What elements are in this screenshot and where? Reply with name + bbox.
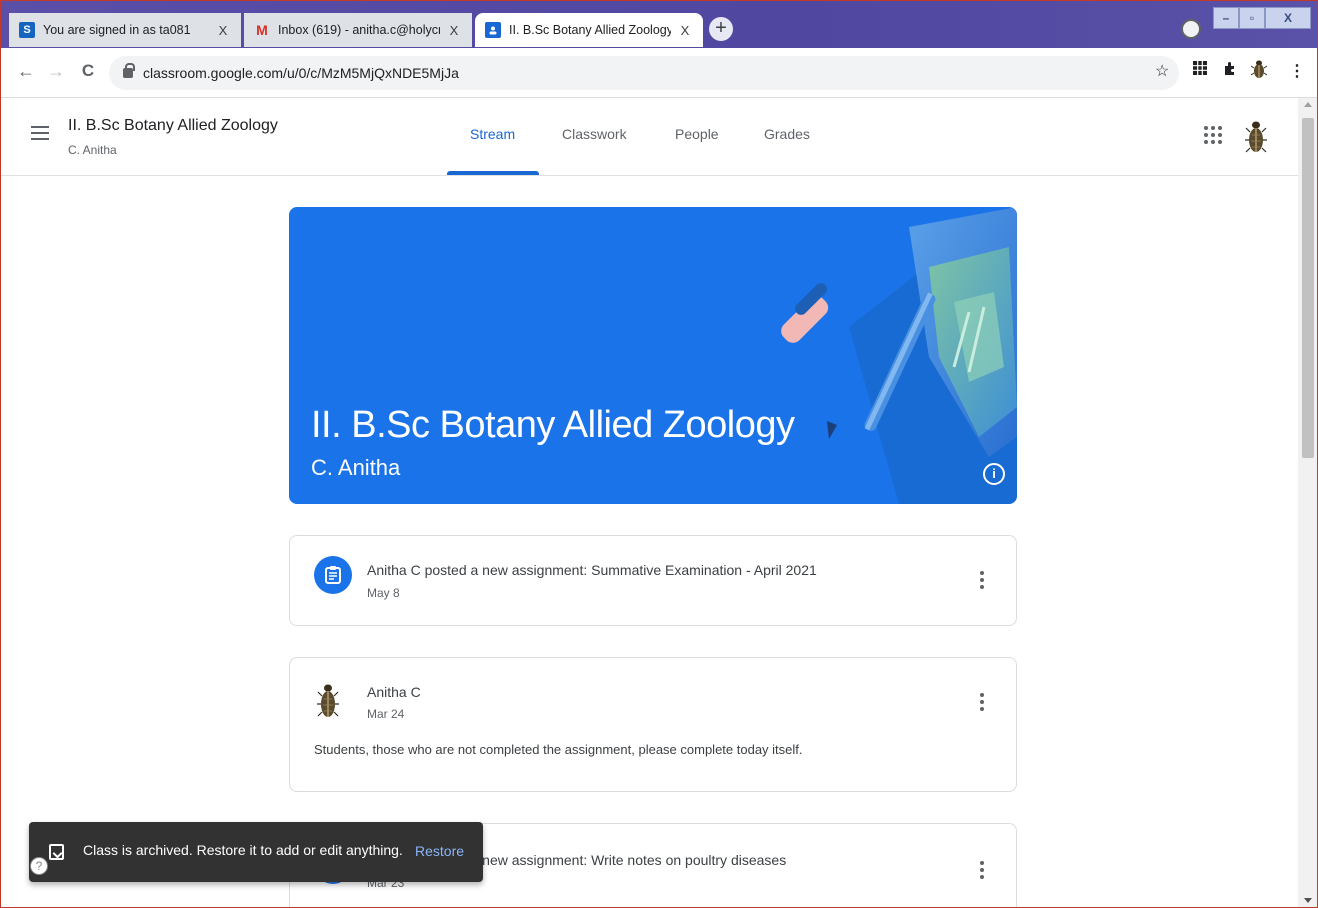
tab-stream[interactable]: Stream xyxy=(470,126,515,142)
assignment-icon xyxy=(314,556,352,594)
browser-toolbar: ← → C classroom.google.com/u/0/c/MzM5MjQ… xyxy=(1,48,1317,98)
post-date: Mar 24 xyxy=(367,707,405,721)
puzzle-icon[interactable] xyxy=(1223,61,1237,80)
scroll-down-icon[interactable] xyxy=(1304,898,1312,903)
tab-people[interactable]: People xyxy=(675,126,719,142)
archive-icon xyxy=(49,844,64,860)
more-options-icon[interactable] xyxy=(980,861,984,879)
tab-strip: S You are signed in as ta081 X M Inbox (… xyxy=(1,1,1317,48)
tab-label: II. B.Sc Botany Allied Zoology C. xyxy=(509,23,671,37)
lock-icon xyxy=(123,63,135,78)
post-author: Anitha C xyxy=(367,684,421,700)
minimize-button[interactable]: – xyxy=(1213,7,1239,29)
banner-title: II. B.Sc Botany Allied Zoology xyxy=(311,404,795,446)
tab-close-icon[interactable]: X xyxy=(446,23,462,38)
scroll-thumb[interactable] xyxy=(1302,118,1314,458)
reload-icon[interactable]: C xyxy=(77,61,99,81)
selected-tab-indicator xyxy=(447,171,539,175)
tab-favicon-s-icon: S xyxy=(19,22,35,38)
address-bar[interactable]: classroom.google.com/u/0/c/MzM5MjQxNDE5M… xyxy=(109,56,1179,90)
tab-close-icon[interactable]: X xyxy=(677,23,693,38)
author-avatar xyxy=(317,678,339,727)
tab-label: Inbox (619) - anitha.c@holycross xyxy=(278,23,440,37)
post-date: May 8 xyxy=(367,586,400,600)
post-title[interactable]: Anitha C posted a new assignment: Summat… xyxy=(367,562,817,578)
main-menu-icon[interactable] xyxy=(31,126,49,140)
tab-close-icon[interactable]: X xyxy=(215,23,231,38)
tab-classroom[interactable]: II. B.Sc Botany Allied Zoology C. X xyxy=(475,13,703,47)
banner-subtitle: C. Anitha xyxy=(311,455,401,480)
url-text: classroom.google.com/u/0/c/MzM5MjQxNDE5M… xyxy=(143,65,459,81)
snackbar-message: Class is archived. Restore it to add or … xyxy=(83,842,403,858)
teacher-name: C. Anitha xyxy=(68,143,117,157)
help-icon[interactable]: ? xyxy=(30,857,48,875)
forward-icon[interactable]: → xyxy=(45,61,67,82)
star-icon[interactable]: ☆ xyxy=(1155,61,1169,81)
tab-label: You are signed in as ta081 xyxy=(43,23,191,37)
browser-window: S You are signed in as ta081 X M Inbox (… xyxy=(0,0,1318,908)
classroom-header: II. B.Sc Botany Allied Zoology C. Anitha… xyxy=(1,98,1298,176)
new-tab-button[interactable]: + xyxy=(709,17,733,41)
page-scrollbar[interactable] xyxy=(1298,98,1317,907)
post-body: Students, those who are not completed th… xyxy=(314,742,803,757)
more-options-icon[interactable] xyxy=(980,693,984,711)
stream-post[interactable]: Anitha C Mar 24 Students, those who are … xyxy=(289,657,1017,792)
gmail-icon: M xyxy=(256,22,268,38)
tab-signed-in[interactable]: S You are signed in as ta081 X xyxy=(9,13,241,47)
restore-button[interactable]: ▫ xyxy=(1239,7,1265,29)
close-window-button[interactable]: X xyxy=(1265,7,1311,29)
tab-classwork[interactable]: Classwork xyxy=(562,126,627,142)
restore-button[interactable]: Restore xyxy=(415,843,464,859)
info-icon[interactable]: i xyxy=(983,463,1005,485)
tab-grades[interactable]: Grades xyxy=(764,126,810,142)
more-vert-icon[interactable]: ⋮ xyxy=(1289,61,1305,81)
google-apps-icon[interactable] xyxy=(1204,126,1222,144)
class-banner: II. B.Sc Botany Allied Zoology C. Anitha… xyxy=(289,207,1017,504)
profile-icon[interactable] xyxy=(1250,58,1268,85)
more-options-icon[interactable] xyxy=(980,571,984,589)
account-avatar[interactable] xyxy=(1245,116,1267,156)
class-name[interactable]: II. B.Sc Botany Allied Zoology xyxy=(68,117,278,135)
archived-snackbar: Class is archived. Restore it to add or … xyxy=(29,822,483,882)
tab-inbox[interactable]: M Inbox (619) - anitha.c@holycross X xyxy=(244,13,472,47)
scroll-up-icon[interactable] xyxy=(1304,102,1312,107)
extension-grid-icon[interactable] xyxy=(1193,61,1207,80)
stream-post[interactable]: Anitha C posted a new assignment: Summat… xyxy=(289,535,1017,626)
back-icon[interactable]: ← xyxy=(15,61,37,82)
classroom-favicon-icon xyxy=(485,22,501,38)
profile-badge-icon[interactable] xyxy=(1181,19,1201,39)
